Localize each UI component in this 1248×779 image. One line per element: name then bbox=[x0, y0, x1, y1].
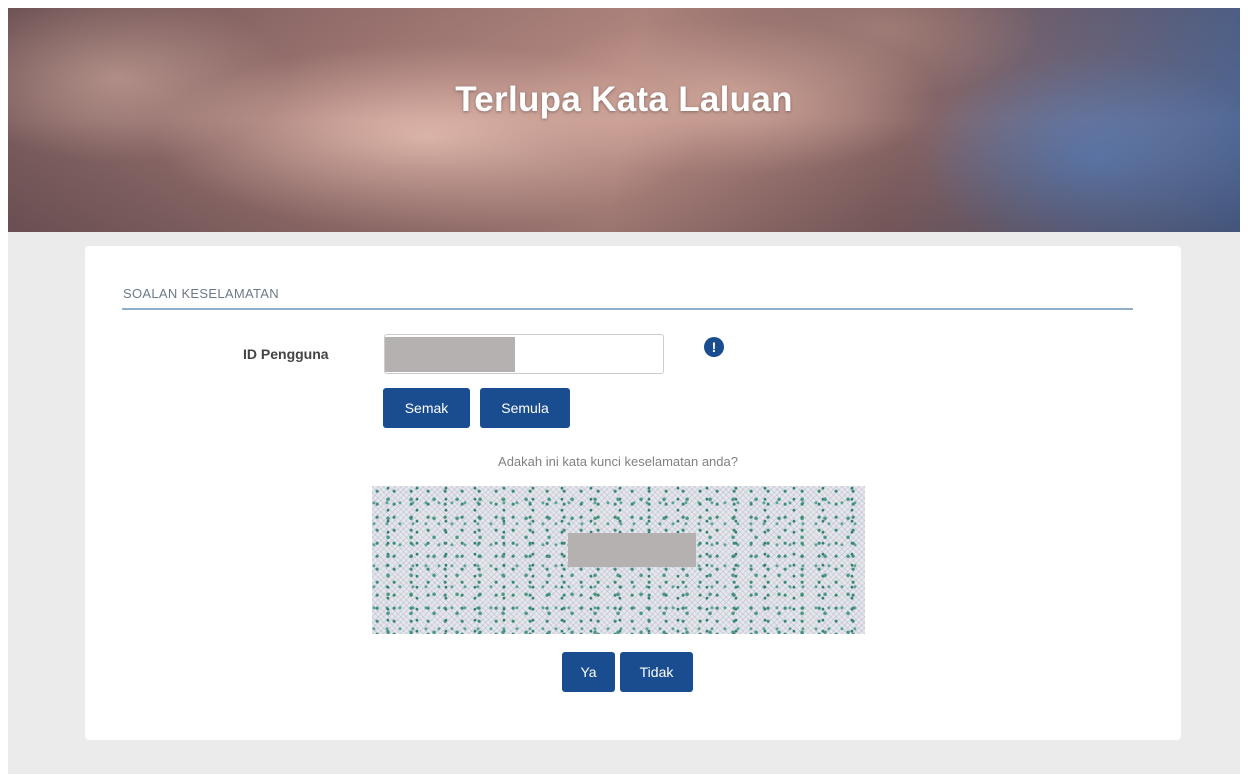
check-button[interactable]: Semak bbox=[383, 388, 470, 428]
section-divider bbox=[122, 308, 1133, 310]
page-frame: Terlupa Kata Laluan SOALAN KESELAMATAN I… bbox=[8, 8, 1240, 774]
redacted-user-id bbox=[385, 337, 515, 372]
reset-button[interactable]: Semula bbox=[480, 388, 570, 428]
page-title: Terlupa Kata Laluan bbox=[455, 80, 793, 119]
no-button[interactable]: Tidak bbox=[620, 652, 693, 692]
security-question-card: SOALAN KESELAMATAN ID Pengguna ! Semak S… bbox=[85, 246, 1181, 740]
security-keyword-image bbox=[372, 486, 865, 634]
info-icon[interactable]: ! bbox=[704, 337, 724, 357]
section-title: SOALAN KESELAMATAN bbox=[123, 286, 279, 301]
hero-banner: Terlupa Kata Laluan bbox=[8, 8, 1240, 232]
redacted-security-keyword bbox=[568, 533, 696, 567]
keyword-prompt: Adakah ini kata kunci keselamatan anda? bbox=[498, 454, 738, 469]
yes-button[interactable]: Ya bbox=[562, 652, 615, 692]
user-id-label: ID Pengguna bbox=[243, 346, 329, 362]
